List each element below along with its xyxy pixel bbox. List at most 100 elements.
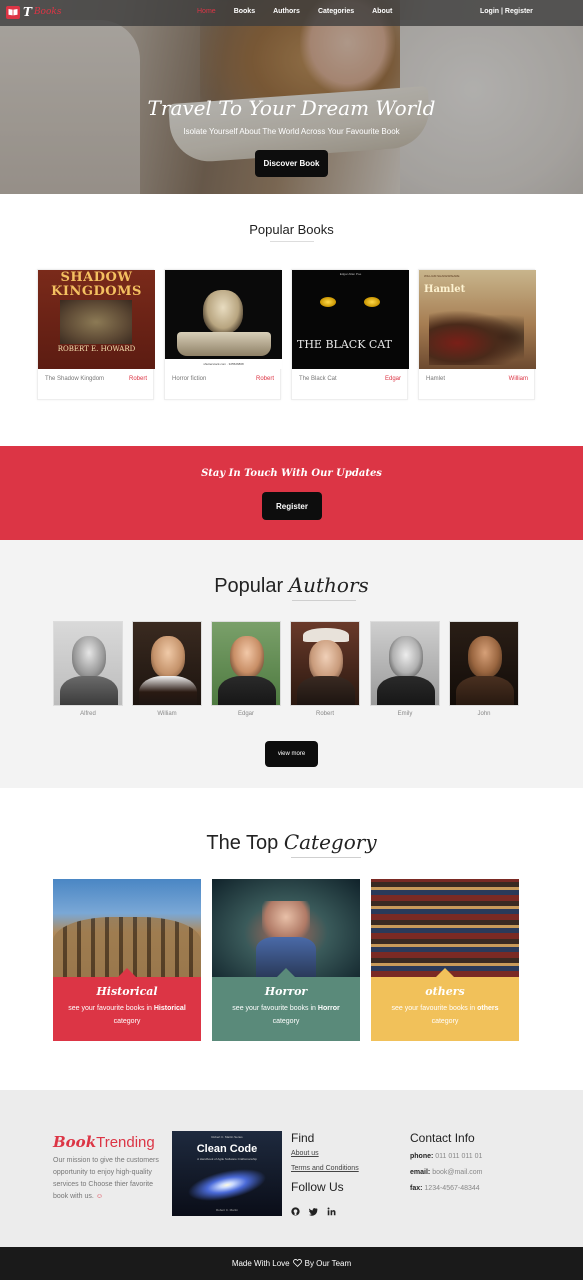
category-title-emphasis: Category: [283, 830, 377, 854]
book-author[interactable]: Edgar: [385, 376, 401, 382]
book-author[interactable]: William: [509, 376, 528, 382]
social-links: [291, 1203, 345, 1216]
stay-in-touch-section: Stay In Touch With Our Updates Register: [0, 446, 583, 540]
category-info-box: Horror see your favourite books in Horro…: [212, 968, 360, 1041]
book-cover-image: Edgar Allan Poe THE BLACK CAT: [292, 270, 409, 369]
discover-book-button[interactable]: Discover Book: [255, 150, 328, 177]
authors-underline: [292, 600, 356, 601]
footer-mission: Our mission to give the customers opport…: [53, 1157, 159, 1200]
category-info-box: Historical see your favourite books in H…: [53, 968, 201, 1041]
book-card[interactable]: Edgar Allan Poe THE BLACK CAT The Black …: [291, 269, 409, 400]
book-author[interactable]: Robert: [256, 376, 274, 382]
linkedin-icon[interactable]: [327, 1203, 336, 1216]
book-cover-image: SHADOW KINGDOMS ROBERT E. HOWARD: [38, 270, 155, 369]
category-info-box: others see your favourite books in other…: [371, 968, 519, 1041]
category-card-horror[interactable]: Horror see your favourite books in Horro…: [212, 879, 360, 1041]
popular-authors-section: Popular Authors Alfred William Edgar Rob…: [0, 540, 583, 788]
category-description: see your favourite books in others categ…: [391, 1005, 499, 1025]
category-name: Historical: [96, 985, 158, 998]
cat-eye-left: [320, 297, 336, 307]
nav-about[interactable]: About: [372, 8, 392, 15]
github-icon[interactable]: [291, 1203, 300, 1216]
category-underline: [291, 857, 361, 858]
featured-book-cover[interactable]: Robert C. Martin Series Clean Code A Han…: [172, 1131, 282, 1216]
about-us-link[interactable]: About us: [291, 1150, 319, 1157]
author-card[interactable]: Emily: [370, 621, 440, 717]
book-title: Hamlet: [426, 376, 446, 382]
category-description: see your favourite books in Historical c…: [68, 1005, 186, 1025]
category-name: others: [425, 985, 465, 998]
author-name: Robert: [315, 711, 334, 717]
by-our-team-text: By Our Team: [304, 1259, 352, 1268]
cover-author: WILLIAM SHAKESPEARE: [424, 274, 460, 278]
book-title: Horror fiction: [172, 376, 207, 382]
cover-author: Edgar Allan Poe: [339, 272, 362, 276]
category-card-others[interactable]: others see your favourite books in other…: [371, 879, 519, 1041]
made-with-love-text: Made With Love: [231, 1259, 290, 1268]
nav-books[interactable]: Books: [234, 8, 255, 15]
category-image-colosseum: [53, 879, 201, 977]
category-image-doll: [212, 879, 360, 977]
author-name: Alfred: [80, 711, 96, 717]
cover-art: [60, 300, 132, 344]
category-card-historical[interactable]: Historical see your favourite books in H…: [53, 879, 201, 1041]
book-card[interactable]: WILLIAM SHAKESPEARE Hamlet Hamlet Willia…: [418, 269, 536, 400]
book-title: The Shadow Kingdom: [45, 376, 105, 382]
galaxy-image: [184, 1162, 270, 1208]
bottom-bar: Made With Love By Our Team: [0, 1247, 583, 1280]
author-card[interactable]: John: [449, 621, 519, 717]
book-cover-image: shutterstock.com · 325526868: [165, 270, 282, 369]
nav-categories[interactable]: Categories: [318, 8, 354, 15]
nav-links: Home Books Authors Categories About: [197, 8, 410, 15]
popular-books-title: Popular Books: [249, 222, 334, 237]
login-register-link[interactable]: Login | Register: [480, 8, 533, 15]
category-description: see your favourite books in Horror categ…: [232, 1005, 340, 1025]
book-card[interactable]: SHADOW KINGDOMS ROBERT E. HOWARD The Sha…: [37, 269, 155, 400]
popular-books-underline: [270, 241, 314, 242]
cover-skull: [203, 290, 243, 334]
smile-icon: ☺: [95, 1193, 103, 1200]
contact-fax: fax: 1234-4567-48344: [410, 1185, 480, 1192]
logo-word: Books: [33, 7, 62, 17]
book-cover-image: WILLIAM SHAKESPEARE Hamlet: [419, 270, 536, 369]
cover-figures: [429, 310, 524, 365]
cover-author: ROBERT E. HOWARD: [57, 345, 136, 353]
cover-watermark: shutterstock.com · 325526868: [165, 359, 282, 369]
author-portrait: [211, 621, 281, 706]
contact-info-heading: Contact Info: [410, 1131, 475, 1145]
author-card[interactable]: William: [132, 621, 202, 717]
authors-title-plain: Popular: [214, 575, 284, 597]
authors-title-emphasis: Authors: [288, 573, 369, 597]
find-heading: Find: [291, 1131, 315, 1145]
author-card[interactable]: Alfred: [53, 621, 123, 717]
author-portrait: [290, 621, 360, 706]
hero-subtitle: Isolate Yourself About The World Across …: [183, 127, 400, 136]
book-card[interactable]: shutterstock.com · 325526868 Horror fict…: [164, 269, 282, 400]
footer: BookTrending Our mission to give the cus…: [0, 1090, 583, 1247]
terms-link[interactable]: Terms and Conditions: [291, 1165, 359, 1172]
register-button[interactable]: Register: [262, 492, 322, 520]
author-card[interactable]: Edgar: [211, 621, 281, 717]
book-title: The Black Cat: [299, 376, 337, 382]
category-title-plain: The Top: [206, 832, 279, 854]
twitter-icon[interactable]: [309, 1203, 318, 1216]
logo[interactable]: T Books: [6, 5, 61, 19]
navbar: T Books Home Books Authors Categories Ab…: [0, 0, 583, 26]
author-name: Edgar: [237, 711, 254, 717]
author-portrait: [132, 621, 202, 706]
stay-in-touch-title: Stay In Touch With Our Updates: [201, 468, 382, 479]
author-portrait: [53, 621, 123, 706]
footer-brand: BookTrending: [53, 1133, 155, 1151]
contact-phone: phone: 011 011 011 01: [410, 1153, 483, 1160]
author-card[interactable]: Robert: [290, 621, 360, 717]
book-author[interactable]: Robert: [129, 376, 147, 382]
nav-authors[interactable]: Authors: [273, 8, 300, 15]
cover-title: Hamlet: [424, 284, 466, 295]
top-category-title: The Top Category: [0, 830, 583, 855]
cover-title: THE BLACK CAT: [297, 338, 393, 351]
view-more-button[interactable]: view more: [265, 741, 318, 767]
follow-us-heading: Follow Us: [291, 1180, 344, 1194]
author-name: John: [477, 711, 491, 717]
nav-home[interactable]: Home: [197, 8, 216, 15]
author-portrait: [370, 621, 440, 706]
